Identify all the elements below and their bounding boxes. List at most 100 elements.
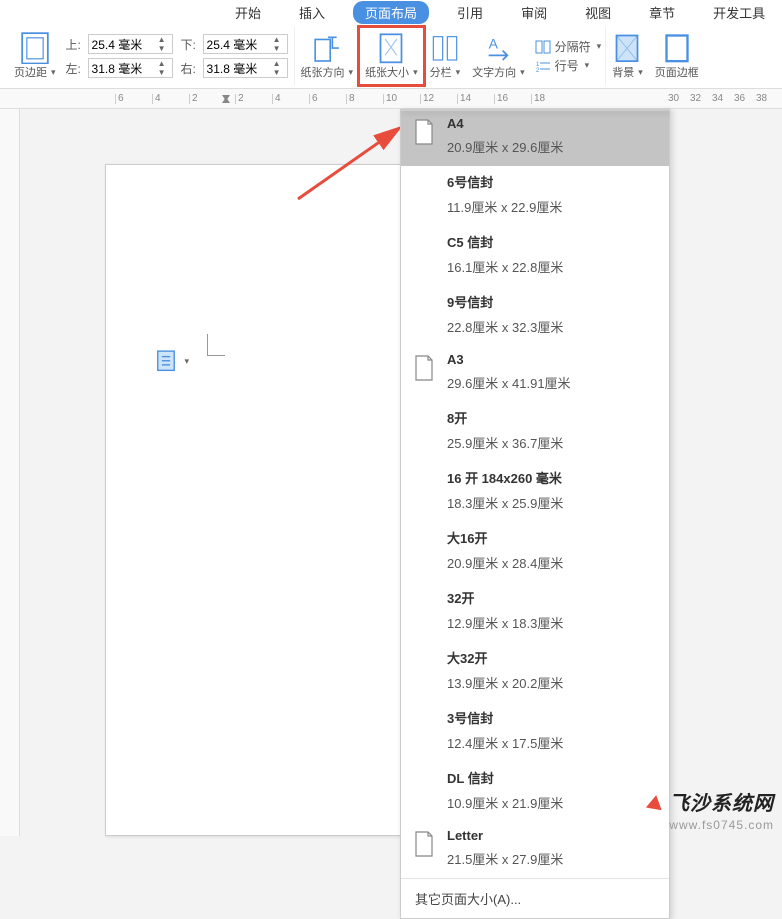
paper-size-dimensions: 12.4厘米 x 17.5厘米 (447, 733, 659, 752)
spinner-down-icon[interactable]: ▼ (155, 68, 169, 77)
line-number-label: 行号 (555, 57, 579, 74)
tab-insert[interactable]: 插入 (289, 1, 335, 24)
paper-size-option[interactable]: C5 信封16.1厘米 x 22.8厘米 (401, 226, 669, 286)
paper-size-dimensions: 20.9厘米 x 29.6厘米 (447, 137, 659, 156)
paper-size-dimensions: 16.1厘米 x 22.8厘米 (447, 257, 659, 276)
separator-button[interactable]: 分隔符 ▾ (535, 38, 602, 55)
paper-size-dimensions: 13.9厘米 x 20.2厘米 (447, 673, 659, 692)
spinner-up-icon[interactable]: ▲ (155, 35, 169, 44)
tab-review[interactable]: 审阅 (511, 1, 557, 24)
tab-reference[interactable]: 引用 (447, 1, 493, 24)
caret-icon: ▾ (456, 67, 461, 78)
paper-size-dimensions: 20.9厘米 x 28.4厘米 (447, 553, 659, 572)
paragraph-options-button[interactable]: ▾ (155, 344, 189, 378)
columns-label: 分栏 (430, 64, 452, 80)
paper-size-name: 16 开 184x260 毫米 (447, 468, 659, 487)
spinner-down-icon[interactable]: ▼ (155, 44, 169, 53)
tab-section[interactable]: 章节 (639, 1, 685, 24)
page-border-label: 页面边框 (655, 64, 699, 80)
page-icon (411, 708, 437, 740)
paper-size-dimensions: 11.9厘米 x 22.9厘米 (447, 197, 659, 216)
paper-size-option[interactable]: DL 信封10.9厘米 x 21.9厘米 (401, 762, 669, 822)
tab-dev[interactable]: 开发工具 (703, 1, 775, 24)
separator-icon (535, 39, 551, 55)
ruler-tick: 4 (152, 94, 189, 104)
page-icon (411, 588, 437, 620)
background-button[interactable]: 背景 ▾ (606, 27, 649, 85)
paper-size-name: 9号信封 (447, 292, 659, 311)
ruler-tick: 4 (272, 94, 309, 104)
paper-size-dimensions: 25.9厘米 x 36.7厘米 (447, 433, 659, 452)
paper-size-button[interactable]: 纸张大小▾ (359, 27, 424, 85)
margin-right-input[interactable]: 31.8 毫米 ▲▼ (203, 58, 288, 78)
margins-button[interactable]: 页边距▾ (8, 27, 62, 85)
tab-page-layout[interactable]: 页面布局 (353, 1, 429, 24)
text-direction-icon: A (484, 32, 512, 64)
paper-size-name: A4 (447, 116, 659, 131)
spinner-up-icon[interactable]: ▲ (270, 59, 284, 68)
caret-icon: ▾ (597, 41, 602, 52)
ruler-tick: 38 (756, 93, 778, 104)
ruler-tick: 34 (712, 93, 734, 104)
paper-size-name: 6号信封 (447, 172, 659, 191)
margin-left-input[interactable]: 31.8 毫米 ▲▼ (88, 58, 173, 78)
page-icon (411, 292, 437, 324)
tab-view[interactable]: 视图 (575, 1, 621, 24)
ruler-tick: 16 (494, 94, 531, 104)
ruler-tick: 2 (189, 94, 226, 104)
paper-size-label: 纸张大小 (365, 64, 409, 80)
margin-bottom-input[interactable]: 25.4 毫米 ▲▼ (203, 34, 288, 54)
orientation-label: 纸张方向 (301, 64, 345, 80)
text-direction-label: 文字方向 (472, 64, 516, 80)
background-label: 背景 (612, 64, 634, 80)
tab-start[interactable]: 开始 (225, 1, 271, 24)
ruler-tick: 36 (734, 93, 756, 104)
paper-size-option[interactable]: 3号信封12.4厘米 x 17.5厘米 (401, 702, 669, 762)
watermark-url: www.fs0745.com (669, 818, 774, 832)
page-icon (411, 172, 437, 204)
paper-size-dimensions: 21.5厘米 x 27.9厘米 (447, 849, 659, 868)
vertical-ruler (0, 109, 20, 836)
paper-size-dimensions: 29.6厘米 x 41.91厘米 (447, 373, 659, 392)
ruler-tick: 18 (531, 94, 568, 104)
svg-text:2: 2 (536, 68, 540, 74)
page-border-button[interactable]: 页面边框 (649, 27, 705, 85)
margin-left-label: 左: (66, 60, 84, 77)
orientation-icon (313, 32, 341, 64)
document-workspace: ▾ A4 20.9厘米 x 29.6厘米 6号信封 11.9厘米 x 22.9厘米 C5… (0, 109, 782, 836)
separator-label: 分隔符 (555, 38, 591, 55)
spinner-down-icon[interactable]: ▼ (270, 44, 284, 53)
paper-size-option[interactable]: A329.6厘米 x 41.91厘米 (401, 346, 669, 402)
ruler-tick: 32 (690, 93, 712, 104)
page-icon (411, 828, 437, 860)
text-direction-button[interactable]: A 文字方向▾ (466, 27, 531, 85)
paper-size-option[interactable]: 32开12.9厘米 x 18.3厘米 (401, 582, 669, 642)
text-cursor (207, 334, 225, 356)
caret-icon: ▾ (638, 67, 643, 78)
paper-size-option[interactable]: 大16开20.9厘米 x 28.4厘米 (401, 522, 669, 582)
more-paper-sizes-button[interactable]: 其它页面大小(A)... (401, 878, 669, 918)
spinner-up-icon[interactable]: ▲ (270, 35, 284, 44)
paper-size-option[interactable]: A4 20.9厘米 x 29.6厘米 (401, 110, 669, 166)
paper-size-dimensions: 12.9厘米 x 18.3厘米 (447, 613, 659, 632)
line-number-button[interactable]: 12 行号 ▾ (535, 57, 602, 74)
margin-top-input[interactable]: 25.4 毫米 ▲▼ (88, 34, 173, 54)
ruler-tick: 8 (346, 94, 383, 104)
paper-size-option[interactable]: 8开25.9厘米 x 36.7厘米 (401, 402, 669, 462)
paper-size-option[interactable]: Letter21.5厘米 x 27.9厘米 (401, 822, 669, 878)
spinner-down-icon[interactable]: ▼ (270, 68, 284, 77)
paper-size-option[interactable]: 16 开 184x260 毫米18.3厘米 x 25.9厘米 (401, 462, 669, 522)
spinner-up-icon[interactable]: ▲ (155, 59, 169, 68)
page-icon (411, 528, 437, 560)
orientation-button[interactable]: 纸张方向 ▾ (295, 27, 360, 85)
paper-size-option[interactable]: 6号信封 11.9厘米 x 22.9厘米 (401, 166, 669, 226)
paper-size-option[interactable]: 大32开 13.9厘米 x 20.2厘米 (401, 642, 669, 702)
paper-size-dimensions: 22.8厘米 x 32.3厘米 (447, 317, 659, 336)
ruler-tick: 14 (457, 94, 494, 104)
ruler-tick: 12 (420, 94, 457, 104)
columns-button[interactable]: 分栏 ▾ (424, 27, 467, 85)
paper-size-name: 大32开 (447, 648, 659, 667)
paper-size-option[interactable]: 9号信封 22.8厘米 x 32.3厘米 (401, 286, 669, 346)
caret-icon: ▾ (349, 67, 354, 78)
paper-size-name: DL 信封 (447, 768, 659, 787)
